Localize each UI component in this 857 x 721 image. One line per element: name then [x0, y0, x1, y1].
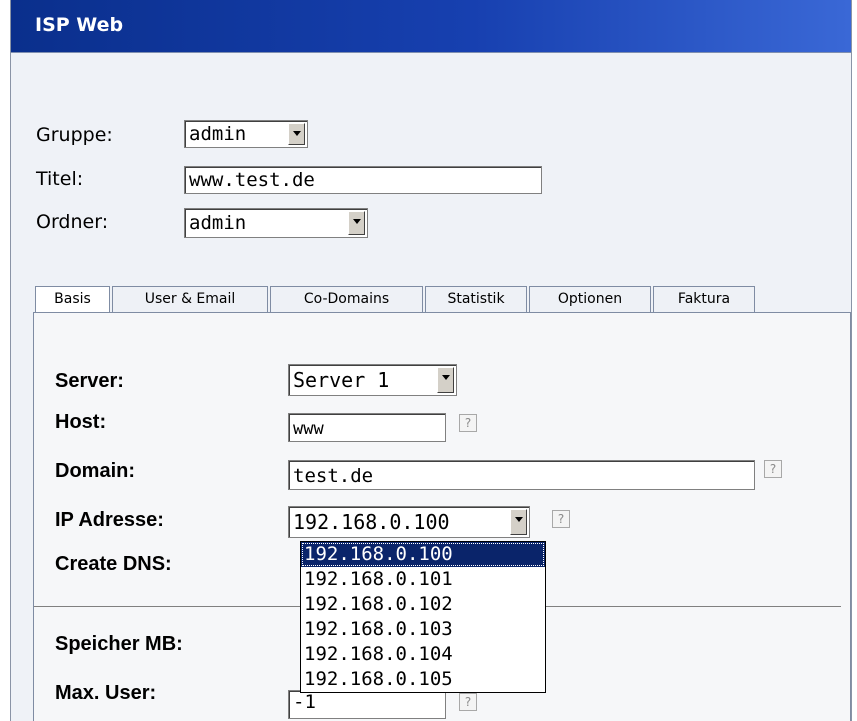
host-input[interactable]: www [288, 413, 446, 442]
help-icon[interactable]: ? [552, 510, 570, 528]
tab-co-domains[interactable]: Co-Domains [270, 286, 423, 312]
title-bar: ISP Web [11, 0, 851, 53]
help-icon[interactable]: ? [764, 460, 782, 478]
help-icon[interactable]: ? [459, 414, 477, 432]
ip-adresse-label: IP Adresse: [55, 509, 164, 531]
dropdown-option-ip[interactable]: 192.168.0.103 [301, 617, 545, 642]
server-select[interactable]: Server 1 [288, 364, 457, 396]
window-title: ISP Web [35, 14, 124, 36]
domain-input[interactable]: test.de [288, 460, 755, 490]
ip-adresse-select-value: 192.168.0.100 [293, 510, 450, 534]
help-icon[interactable]: ? [459, 693, 477, 711]
tab-statistik[interactable]: Statistik [425, 286, 527, 312]
isp-web-window: ISP Web Gruppe: admin Titel: www.test.de… [10, 0, 852, 721]
chevron-down-icon[interactable] [510, 509, 527, 535]
dropdown-option-ip[interactable]: 192.168.0.105 [301, 667, 545, 692]
chevron-down-icon[interactable] [348, 211, 365, 235]
speicher-mb-label: Speicher MB: [55, 633, 183, 655]
server-label: Server: [55, 370, 124, 392]
chevron-down-icon[interactable] [288, 123, 305, 145]
titel-input[interactable]: www.test.de [184, 166, 542, 194]
tab-basis[interactable]: Basis [35, 286, 110, 313]
max-user-input[interactable]: -1 [288, 690, 446, 719]
tab-user-email[interactable]: User & Email [112, 286, 268, 312]
gruppe-select-value: admin [189, 123, 247, 145]
ordner-label: Ordner: [36, 211, 109, 233]
host-label: Host: [55, 411, 107, 433]
tab-faktura[interactable]: Faktura [653, 286, 755, 312]
create-dns-label: Create DNS: [55, 553, 172, 575]
dropdown-option-ip[interactable]: 192.168.0.102 [301, 592, 545, 617]
domain-label: Domain: [55, 460, 135, 482]
gruppe-label: Gruppe: [36, 124, 113, 146]
dropdown-option-ip[interactable]: 192.168.0.104 [301, 642, 545, 667]
ip-adresse-dropdown-list[interactable]: 192.168.0.100 192.168.0.101 192.168.0.10… [300, 541, 546, 693]
ordner-select[interactable]: admin [184, 208, 368, 238]
server-select-value: Server 1 [293, 368, 390, 392]
ordner-select-value: admin [189, 212, 247, 234]
gruppe-select[interactable]: admin [184, 120, 308, 148]
chevron-down-icon[interactable] [437, 367, 454, 393]
ip-adresse-select[interactable]: 192.168.0.100 [288, 506, 530, 538]
dropdown-option-ip[interactable]: 192.168.0.101 [301, 567, 545, 592]
max-user-label: Max. User: [55, 682, 157, 704]
tab-optionen[interactable]: Optionen [529, 286, 651, 312]
titel-label: Titel: [36, 168, 84, 190]
dropdown-option-ip[interactable]: 192.168.0.100 [301, 542, 545, 567]
